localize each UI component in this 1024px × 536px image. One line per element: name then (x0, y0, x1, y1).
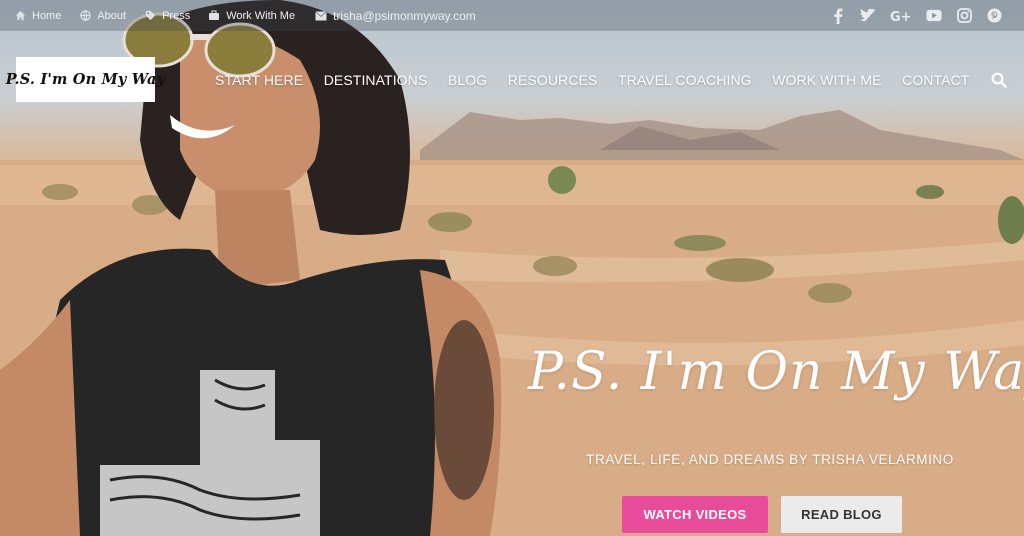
logo-text: P.S. I'm On My Way (5, 71, 166, 88)
instagram-icon[interactable] (956, 8, 972, 24)
top-link-email[interactable]: trisha@psimonmyway.com (315, 9, 476, 23)
read-blog-button[interactable]: READ BLOG (781, 496, 902, 533)
top-link-label: Work With Me (226, 9, 296, 22)
pinterest-icon[interactable] (986, 8, 1002, 24)
watch-videos-button[interactable]: WATCH VIDEOS (622, 496, 768, 533)
hero-title: P.S. I'm On My Way (528, 342, 1024, 402)
nav-item-destinations[interactable]: DESTINATIONS (324, 72, 428, 88)
site-logo[interactable]: P.S. I'm On My Way (6, 57, 165, 102)
top-link-about[interactable]: About (79, 10, 126, 22)
nav-item-start-here[interactable]: START HERE (215, 72, 303, 88)
nav-item-resources[interactable]: RESOURCES (508, 72, 598, 88)
hero-subtitle: TRAVEL, LIFE, AND DREAMS BY TRISHA VELAR… (586, 452, 954, 467)
email-address: trisha@psimonmyway.com (333, 8, 476, 23)
nav-item-blog[interactable]: BLOG (448, 72, 487, 88)
briefcase-icon (208, 10, 220, 22)
facebook-icon[interactable] (830, 8, 846, 24)
top-link-work-with-me[interactable]: Work With Me (208, 10, 295, 22)
top-utility-bar: Home About Press Work With Me trisha@psi… (0, 0, 1024, 31)
social-links: G+ (830, 8, 1002, 24)
main-nav: START HERE DESTINATIONS BLOG RESOURCES T… (215, 70, 1008, 90)
nav-item-work-with-me[interactable]: WORK WITH ME (772, 72, 881, 88)
top-link-press[interactable]: Press (144, 10, 190, 22)
top-link-home[interactable]: Home (14, 10, 61, 22)
top-link-label: About (97, 9, 127, 22)
search-icon[interactable] (990, 71, 1008, 89)
top-links: Home About Press Work With Me trisha@psi… (14, 9, 476, 23)
svg-text:G+: G+ (890, 10, 912, 23)
twitter-icon[interactable] (860, 8, 876, 24)
tag-icon (144, 10, 156, 22)
google-plus-icon[interactable]: G+ (890, 8, 912, 24)
nav-item-contact[interactable]: CONTACT (902, 72, 969, 88)
top-link-label: Press (162, 9, 191, 22)
youtube-icon[interactable] (926, 8, 942, 24)
nav-item-travel-coaching[interactable]: TRAVEL COACHING (618, 72, 752, 88)
envelope-icon (315, 10, 327, 22)
top-link-label: Home (32, 9, 62, 22)
home-icon (14, 10, 26, 22)
globe-icon (79, 10, 91, 22)
